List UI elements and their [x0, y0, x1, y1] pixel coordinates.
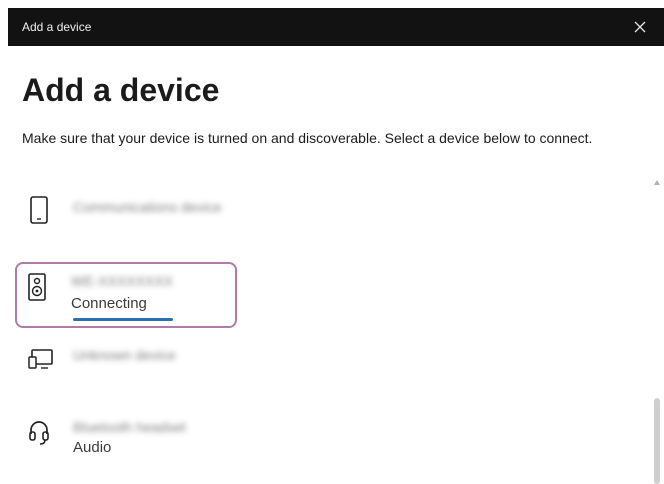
device-name: Bluetooth headset — [73, 419, 186, 435]
display-icon — [28, 349, 53, 369]
device-item-speaker[interactable]: WE-XXXXXXXX Connecting — [15, 262, 237, 328]
title-bar: Add a device — [8, 8, 664, 46]
close-button[interactable] — [630, 15, 650, 39]
device-item-communications[interactable]: Communications device — [16, 188, 636, 248]
instructions-text: Make sure that your device is turned on … — [22, 130, 593, 146]
close-icon — [634, 21, 646, 33]
device-status: Audio — [73, 439, 112, 456]
device-name: WE-XXXXXXXX — [71, 273, 173, 289]
scroll-thumb[interactable] — [654, 398, 660, 484]
device-status: Connecting — [71, 295, 147, 312]
phone-icon — [30, 196, 48, 224]
speaker-icon — [28, 273, 46, 301]
headset-icon — [29, 421, 49, 445]
device-item-unknown[interactable]: Unknown device — [16, 336, 636, 396]
progress-fill — [73, 318, 173, 321]
device-name: Communications device — [73, 199, 222, 215]
device-name: Unknown device — [73, 347, 176, 363]
window-title: Add a device — [22, 20, 92, 34]
scroll-up-arrow[interactable] — [654, 180, 660, 185]
connecting-progress — [73, 318, 173, 321]
page-title: Add a device — [22, 72, 220, 108]
add-device-window: Add a device Add a device Make sure that… — [0, 0, 664, 484]
device-item-headset[interactable]: Bluetooth headset Audio — [16, 408, 636, 468]
device-list-scrollbar[interactable] — [650, 178, 664, 484]
device-list: Communications device WE-XXXXXXXX Connec… — [8, 178, 648, 484]
